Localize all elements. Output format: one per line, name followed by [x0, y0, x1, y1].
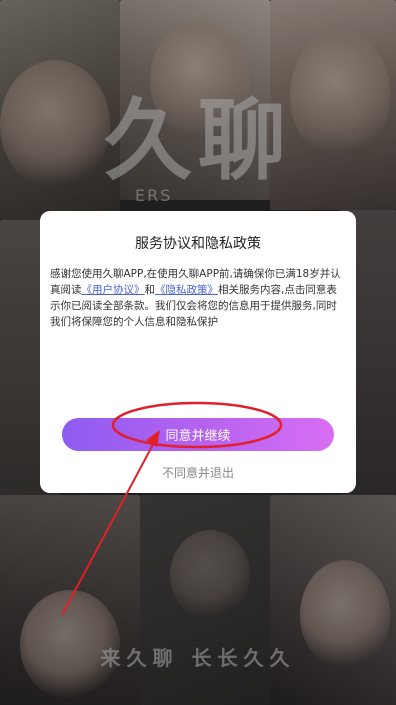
dialog-body-text: 感谢您使用久聊APP,在使用久聊APP前,请确保你已满18岁并认真阅读《用户协议… — [50, 266, 346, 330]
agree-and-continue-button[interactable]: 同意并继续 — [62, 418, 334, 451]
body-and: 和 — [144, 284, 156, 296]
privacy-dialog: 服务协议和隐私政策 感谢您使用久聊APP,在使用久聊APP前,请确保你已满18岁… — [40, 211, 356, 493]
disagree-and-exit-button[interactable]: 不同意并退出 — [40, 464, 356, 481]
privacy-policy-link[interactable]: 《隐私政策》 — [155, 284, 218, 296]
dialog-title: 服务协议和隐私政策 — [135, 236, 261, 252]
user-agreement-link[interactable]: 《用户协议》 — [82, 284, 145, 296]
